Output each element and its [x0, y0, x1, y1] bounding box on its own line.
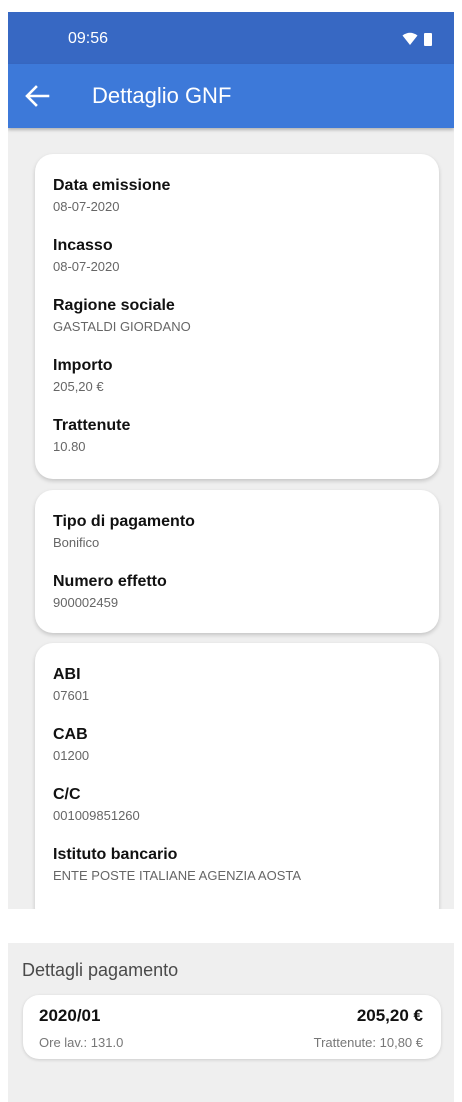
- wifi-icon: [402, 32, 418, 45]
- field-value: 900002459: [53, 595, 119, 610]
- field-tipo-pagamento: Tipo di pagamento Bonifico: [53, 512, 195, 552]
- field-numero-effetto: Numero effetto 900002459: [53, 572, 167, 612]
- status-time: 09:56: [68, 30, 109, 47]
- field-label: C/C: [53, 786, 81, 803]
- app-bar: Dettaglio GNF: [8, 64, 454, 128]
- field-istituto-bancario: Istituto bancario ENTE POSTE ITALIANE AG…: [53, 845, 301, 885]
- field-trattenute: Trattenute 10.80: [53, 416, 130, 456]
- field-label: Importo: [53, 357, 113, 374]
- field-cc: C/C 001009851260: [53, 785, 140, 825]
- payment-hours: Ore lav.: 131.0: [39, 1035, 124, 1050]
- payment-period: 2020/01: [39, 1006, 101, 1025]
- section-divider: [8, 909, 454, 943]
- bank-info-card: ABI 07601 CAB 01200 C/C 001009851260 Ist…: [35, 643, 439, 918]
- field-importo: Importo 205,20 €: [53, 356, 113, 396]
- page-title: Dettaglio GNF: [92, 83, 232, 108]
- field-value: 10.80: [53, 439, 86, 454]
- field-label: Tipo di pagamento: [53, 513, 195, 530]
- status-icons: [402, 32, 432, 46]
- payments-section-title: Dettagli pagamento: [22, 960, 179, 980]
- field-ragione-sociale: Ragione sociale GASTALDI GIORDANO: [53, 296, 191, 336]
- field-value: Bonifico: [53, 535, 100, 550]
- field-label: Data emissione: [53, 177, 171, 194]
- invoice-info-card: Data emissione 08-07-2020 Incasso 08-07-…: [35, 154, 439, 479]
- field-label: Incasso: [53, 237, 113, 254]
- field-cab: CAB 01200: [53, 725, 89, 765]
- field-label: ABI: [53, 666, 81, 683]
- battery-icon: [424, 32, 432, 46]
- field-value: GASTALDI GIORDANO: [53, 319, 191, 334]
- field-value: 001009851260: [53, 808, 140, 823]
- field-value: 08-07-2020: [53, 259, 120, 274]
- field-data-emissione: Data emissione 08-07-2020: [53, 176, 170, 216]
- field-value: ENTE POSTE ITALIANE AGENZIA AOSTA: [53, 868, 302, 883]
- back-arrow-icon[interactable]: [24, 84, 50, 108]
- field-value: 205,20 €: [53, 379, 104, 394]
- field-label: CAB: [53, 726, 88, 743]
- field-abi: ABI 07601: [53, 665, 89, 705]
- field-label: Numero effetto: [53, 573, 167, 590]
- payment-amount: 205,20 €: [356, 1006, 423, 1025]
- payment-item[interactable]: 2020/01 205,20 € Ore lav.: 131.0 Tratten…: [23, 995, 441, 1059]
- field-label: Ragione sociale: [53, 297, 175, 314]
- field-label: Istituto bancario: [53, 846, 178, 863]
- field-value: 08-07-2020: [53, 199, 120, 214]
- field-label: Trattenute: [53, 417, 131, 434]
- field-value: 01200: [53, 748, 90, 763]
- field-incasso: Incasso 08-07-2020: [53, 236, 120, 276]
- screen: 09:56 Dettaglio GNF Data emissione 08-07…: [8, 12, 454, 1102]
- payment-withholding: Trattenute: 10,80 €: [313, 1035, 423, 1050]
- payment-type-card: Tipo di pagamento Bonifico Numero effett…: [35, 490, 439, 633]
- field-value: 07601: [53, 688, 90, 703]
- status-bar: 09:56: [8, 12, 454, 64]
